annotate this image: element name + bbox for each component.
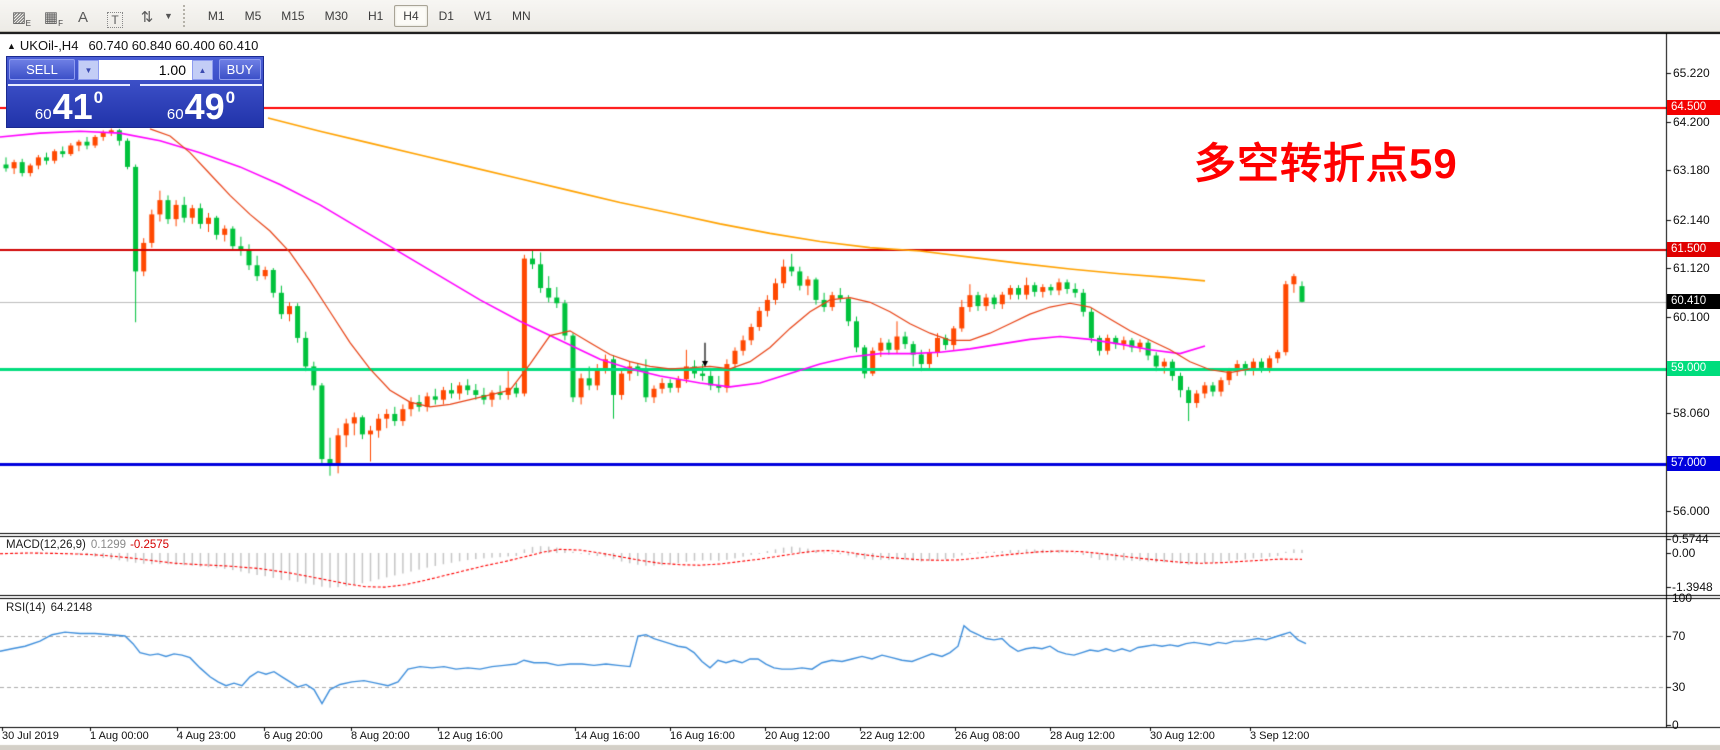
timeframe-button-w1[interactable]: W1 bbox=[465, 5, 501, 27]
text-a-icon[interactable]: A bbox=[70, 4, 96, 28]
fibonacci-grid-icon-glyph: ▦ bbox=[44, 8, 58, 28]
rsi-indicator-label: RSI(14) 64.2148 bbox=[6, 602, 92, 614]
chart-title: ▲ UKOil-,H4 60.740 60.840 60.400 60.410 bbox=[7, 38, 258, 53]
timeframe-button-m15[interactable]: M15 bbox=[272, 5, 313, 27]
timeframe-button-m30[interactable]: M30 bbox=[316, 5, 357, 27]
date-axis-label: 1 Aug 00:00 bbox=[90, 730, 149, 742]
price-axis-label: 64.200 bbox=[1673, 115, 1710, 129]
price-axis-label: 61.120 bbox=[1673, 261, 1710, 275]
volume-decrease-button[interactable]: ▼ bbox=[78, 60, 99, 80]
volume-increase-button[interactable]: ▲ bbox=[192, 60, 213, 80]
date-axis-label: 14 Aug 16:00 bbox=[575, 730, 640, 742]
trade-panel-row: SELL ▼ 1.00 ▲ BUY bbox=[7, 57, 263, 83]
hatch-channel-icon-glyph: ▨ bbox=[12, 8, 26, 28]
timeframe-button-h4[interactable]: H4 bbox=[394, 5, 427, 27]
text-label-icon[interactable]: T bbox=[102, 4, 128, 28]
rsi-axis-label: 30 bbox=[1672, 680, 1685, 694]
date-axis-label: 26 Aug 08:00 bbox=[955, 730, 1020, 742]
date-axis-label: 4 Aug 23:00 bbox=[177, 730, 236, 742]
toolbar-separator bbox=[183, 5, 190, 27]
date-axis-label: 16 Aug 16:00 bbox=[670, 730, 735, 742]
macd-name: MACD(12,26,9) bbox=[6, 539, 86, 551]
macd-value-1: 0.1299 bbox=[91, 539, 126, 551]
sell-price-big: 41 bbox=[53, 88, 93, 126]
timeframe-button-m1[interactable]: M1 bbox=[199, 5, 234, 27]
text-label-icon-glyph: T bbox=[107, 12, 122, 28]
date-axis-label: 6 Aug 20:00 bbox=[264, 730, 323, 742]
timeframe-button-h1[interactable]: H1 bbox=[359, 5, 392, 27]
price-axis-label: 65.220 bbox=[1673, 66, 1710, 80]
timeframe-button-m5[interactable]: M5 bbox=[236, 5, 271, 27]
buy-price-tile[interactable]: 60 49 0 bbox=[140, 84, 262, 128]
price-axis-label: 60.100 bbox=[1673, 310, 1710, 324]
one-click-trade-panel: SELL ▼ 1.00 ▲ BUY 60 41 0 60 49 0 bbox=[7, 57, 263, 127]
price-badge-64500: 64.500 bbox=[1667, 100, 1720, 115]
toolbar: ▨E▦FAT⇅▼M1M5M15M30H1H4D1W1MN bbox=[0, 0, 1720, 32]
rsi-axis-label: 70 bbox=[1672, 629, 1685, 643]
chart-window: ▨E▦FAT⇅▼M1M5M15M30H1H4D1W1MN ▲UKOil-,H46… bbox=[0, 0, 1720, 750]
arrow-objects-icon-glyph: ⇅ bbox=[141, 8, 154, 28]
date-axis-label: 8 Aug 20:00 bbox=[351, 730, 410, 742]
hatch-channel-icon-badge: E bbox=[26, 19, 31, 28]
macd-axis-label: 0.5744 bbox=[1672, 532, 1709, 546]
price-axis-label: 62.140 bbox=[1673, 213, 1710, 227]
arrow-objects-icon[interactable]: ⇅ bbox=[134, 4, 160, 28]
sell-button[interactable]: SELL bbox=[9, 59, 75, 80]
buy-price-prefix: 60 bbox=[167, 106, 184, 123]
price-badge-60410: 60.410 bbox=[1667, 294, 1720, 309]
fibonacci-grid-icon[interactable]: ▦F bbox=[38, 4, 64, 28]
chart-text-annotation: 多空转折点59 bbox=[1194, 130, 1458, 191]
symbol-marker-icon: ▲ bbox=[7, 41, 16, 51]
price-badge-57000: 57.000 bbox=[1667, 456, 1720, 471]
buy-button[interactable]: BUY bbox=[219, 59, 261, 80]
hatch-channel-icon[interactable]: ▨E bbox=[6, 4, 32, 28]
date-axis-label: 12 Aug 16:00 bbox=[438, 730, 503, 742]
date-axis-label: 30 Aug 12:00 bbox=[1150, 730, 1215, 742]
rsi-value: 64.2148 bbox=[51, 602, 93, 614]
price-badge-61500: 61.500 bbox=[1667, 242, 1720, 257]
timeframe-button-mn[interactable]: MN bbox=[503, 5, 540, 27]
date-axis-label: 3 Sep 12:00 bbox=[1250, 730, 1309, 742]
sell-price-sup: 0 bbox=[94, 88, 103, 108]
ohlc-values: 60.740 60.840 60.400 60.410 bbox=[88, 38, 258, 53]
macd-indicator-label: MACD(12,26,9) 0.1299 -0.2575 bbox=[6, 539, 169, 551]
dropdown-caret-icon[interactable]: ▼ bbox=[164, 11, 173, 21]
date-axis-label: 22 Aug 12:00 bbox=[860, 730, 925, 742]
rsi-name: RSI(14) bbox=[6, 602, 46, 614]
fibonacci-grid-icon-badge: F bbox=[58, 19, 63, 28]
price-axis-label: 56.000 bbox=[1673, 504, 1710, 518]
rsi-axis-label: 100 bbox=[1672, 591, 1692, 605]
price-axis-label: 63.180 bbox=[1673, 163, 1710, 177]
timeframe-button-d1[interactable]: D1 bbox=[430, 5, 463, 27]
price-axis-label: 58.060 bbox=[1673, 406, 1710, 420]
sell-price-tile[interactable]: 60 41 0 bbox=[8, 84, 130, 128]
macd-value-2: -0.2575 bbox=[130, 539, 169, 551]
buy-price-big: 49 bbox=[185, 88, 225, 126]
macd-axis-label: 0.00 bbox=[1672, 546, 1695, 560]
sell-price-prefix: 60 bbox=[35, 106, 52, 123]
date-axis-label: 30 Jul 2019 bbox=[2, 730, 59, 742]
date-axis-label: 20 Aug 12:00 bbox=[765, 730, 830, 742]
price-badge-59000: 59.000 bbox=[1667, 361, 1720, 376]
date-axis-label: 28 Aug 12:00 bbox=[1050, 730, 1115, 742]
buy-price-sup: 0 bbox=[226, 88, 235, 108]
text-a-icon-glyph: A bbox=[78, 8, 88, 28]
symbol-name: UKOil-,H4 bbox=[20, 38, 79, 53]
rsi-axis-label: 0 bbox=[1672, 718, 1679, 732]
volume-input[interactable]: 1.00 bbox=[99, 60, 192, 80]
